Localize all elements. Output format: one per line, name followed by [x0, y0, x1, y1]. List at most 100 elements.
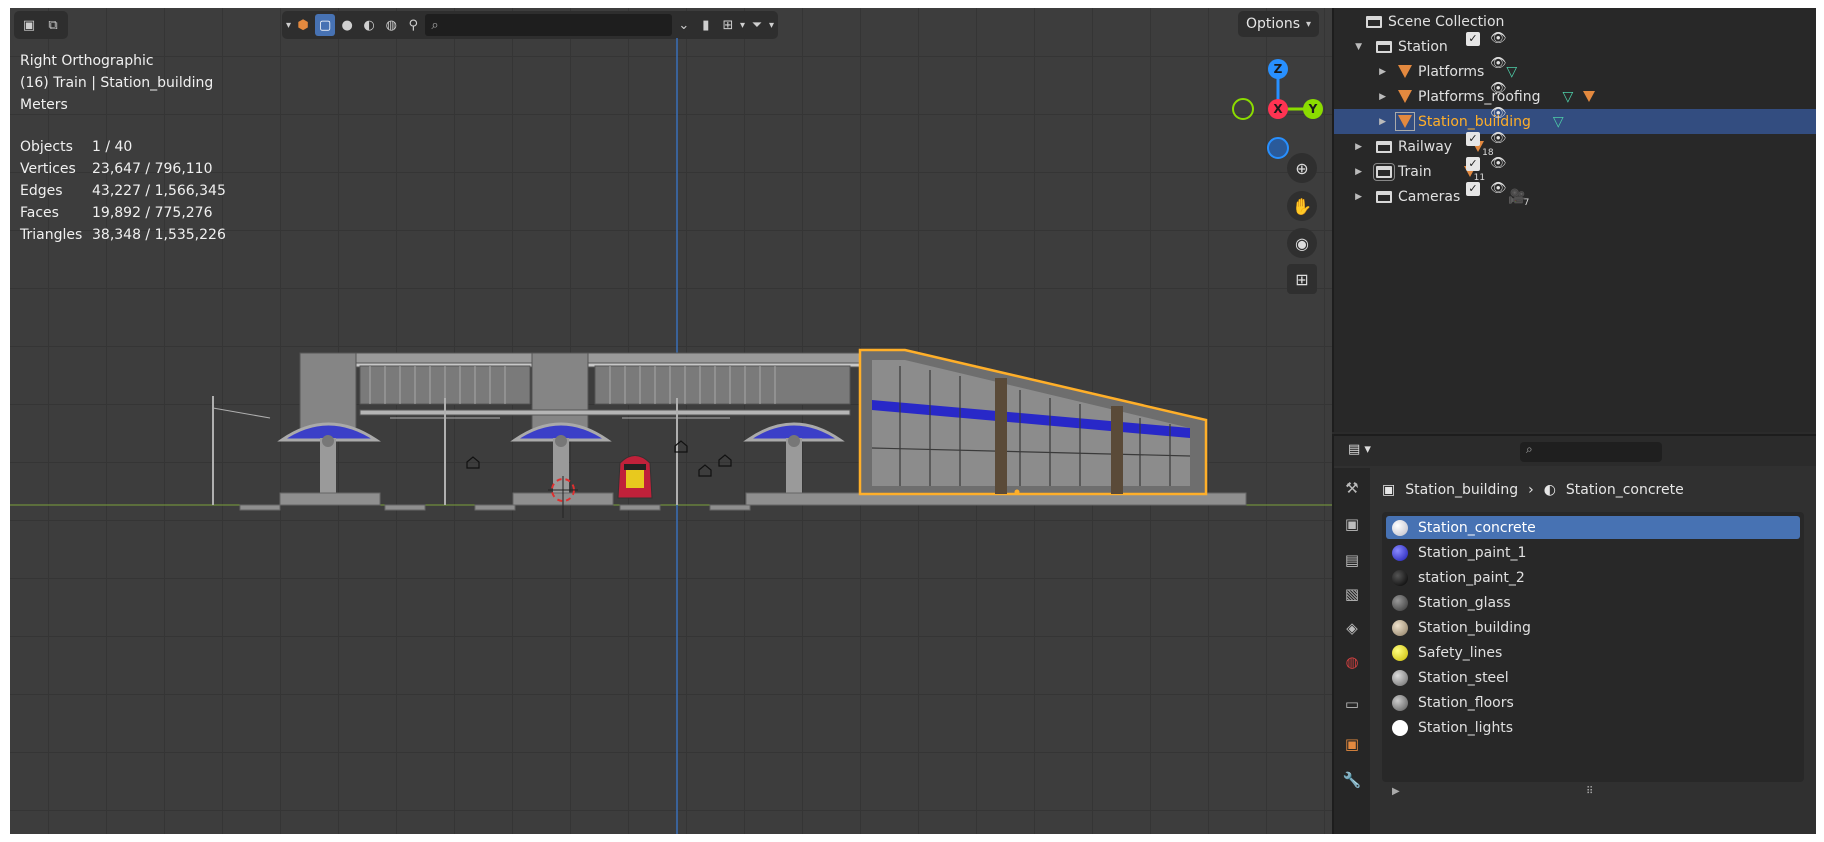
camera-glyphs: [466, 440, 732, 477]
gizmo-neg-y-icon: [1232, 98, 1254, 120]
list-item[interactable]: Station_paint_1: [1386, 541, 1800, 564]
mesh-data-icon[interactable]: ▽: [1506, 64, 1517, 80]
list-item[interactable]: Station_building: [1386, 616, 1800, 639]
material-preview-icon: [1392, 519, 1408, 536]
gizmo-x-label: X: [1273, 102, 1283, 116]
expand-triangle-icon[interactable]: ▶: [1334, 92, 1386, 102]
platform-canopies: [277, 422, 845, 500]
navigation-gizmo[interactable]: Z Y X: [1223, 54, 1332, 164]
3d-viewport[interactable]: ▣ ⧉ ▾ ⬢ ▢ ● ◐ ◍ ⚲ ⌕ ⌄ ▮ ⊞ ▾ ⏷ ▾ Options …: [10, 8, 1332, 834]
resize-grip-icon[interactable]: ⠿: [1586, 786, 1593, 797]
expand-triangle-icon[interactable]: ▶: [1392, 786, 1400, 797]
list-item[interactable]: Station_lights: [1386, 716, 1800, 739]
exclude-checkbox[interactable]: ✓: [1466, 157, 1480, 171]
exclude-checkbox[interactable]: ✓: [1466, 32, 1480, 46]
expand-triangle-icon[interactable]: ▶: [1334, 167, 1362, 177]
breadcrumb-object[interactable]: Station_building: [1405, 482, 1518, 498]
visibility-eye-icon[interactable]: 👁: [1490, 131, 1507, 146]
outliner-row-station[interactable]: ▼ Station: [1334, 34, 1816, 59]
gizmo-y-label: Y: [1308, 102, 1318, 116]
output-tab-icon[interactable]: ▤: [1338, 546, 1366, 574]
properties-tabs: ⚒ ▣ ▤ ▧ ◈ ◍ ▭ ▣ 🔧: [1334, 468, 1370, 834]
outliner-row-station-building[interactable]: ▶ Station_building ▽: [1334, 109, 1816, 134]
scene-render[interactable]: [10, 8, 1332, 834]
material-preview-icon: [1392, 544, 1408, 561]
camera-view-icon[interactable]: ◉: [1287, 228, 1317, 258]
material-preview-icon: [1392, 644, 1408, 661]
material-slot-list[interactable]: Station_concrete Station_paint_1 station…: [1382, 512, 1804, 782]
collection-icon: [1373, 162, 1395, 181]
mesh-object-icon: [1395, 112, 1415, 131]
object-count: 7: [1523, 197, 1530, 208]
outliner-row-train[interactable]: ▶ Train 11: [1334, 159, 1816, 184]
list-item[interactable]: station_paint_2: [1386, 566, 1800, 589]
expand-triangle-icon[interactable]: ▶: [1334, 117, 1386, 127]
visibility-eye-icon[interactable]: 👁: [1490, 31, 1507, 46]
expand-triangle-icon[interactable]: ▼: [1334, 42, 1362, 52]
list-item[interactable]: Station_floors: [1386, 691, 1800, 714]
list-footer: ▶ ⠿: [1382, 782, 1804, 804]
render-tab-icon[interactable]: ▣: [1338, 510, 1366, 538]
expand-triangle-icon[interactable]: ▶: [1334, 192, 1362, 202]
exclude-checkbox[interactable]: ✓: [1466, 132, 1480, 146]
outliner-label: Cameras: [1398, 188, 1461, 205]
editor-type-dropdown[interactable]: ▤ ▾: [1348, 442, 1384, 462]
modifier-tab-icon[interactable]: 🔧: [1338, 766, 1366, 794]
object-count: 11: [1473, 172, 1486, 183]
collection-icon: [1366, 15, 1382, 28]
visibility-eye-icon[interactable]: 👁: [1490, 81, 1507, 96]
platforms-roofing: [299, 352, 861, 434]
outliner-label: Station_building: [1418, 113, 1531, 130]
mesh-object-icon: [1398, 90, 1412, 103]
zoom-icon[interactable]: ⊕: [1287, 153, 1317, 183]
train: [617, 455, 653, 499]
object-tab-icon[interactable]: ▣: [1338, 730, 1366, 758]
list-item[interactable]: Station_glass: [1386, 591, 1800, 614]
scene-tab-icon[interactable]: ◈: [1338, 614, 1366, 642]
outliner-scene-collection[interactable]: Scene Collection: [1334, 9, 1816, 34]
collection-icon: [1376, 190, 1392, 203]
outliner-row-railway[interactable]: ▶ Railway 18: [1334, 134, 1816, 159]
child-object-icon[interactable]: [1583, 91, 1596, 102]
visibility-eye-icon[interactable]: 👁: [1490, 181, 1507, 196]
breadcrumb-material[interactable]: Station_concrete: [1566, 482, 1684, 498]
tool-tab-icon[interactable]: ⚒: [1338, 474, 1366, 502]
expand-triangle-icon[interactable]: ▶: [1334, 142, 1362, 152]
visibility-eye-icon[interactable]: 👁: [1490, 106, 1507, 121]
properties-search-input[interactable]: ⌕: [1520, 442, 1662, 462]
platforms: [239, 492, 1247, 511]
collection-icon: [1376, 40, 1392, 53]
exclude-checkbox[interactable]: ✓: [1466, 182, 1480, 196]
list-item[interactable]: Station_steel: [1386, 666, 1800, 689]
properties-header: ▤ ▾ ⌕: [1334, 436, 1816, 466]
outliner-label: Scene Collection: [1388, 13, 1505, 30]
list-item[interactable]: Station_concrete: [1386, 516, 1800, 539]
mesh-object-icon: [1398, 65, 1412, 78]
blender-window: ▣ ⧉ ▾ ⬢ ▢ ● ◐ ◍ ⚲ ⌕ ⌄ ▮ ⊞ ▾ ⏷ ▾ Options …: [10, 8, 1816, 834]
list-item[interactable]: Safety_lines: [1386, 641, 1800, 664]
view-layer-tab-icon[interactable]: ▧: [1338, 580, 1366, 608]
visibility-eye-icon[interactable]: 👁: [1490, 156, 1507, 171]
material-preview-icon: [1392, 569, 1408, 586]
object-icon: ▣: [1382, 482, 1396, 498]
outliner-panel: Scene Collection ▼ Station ▶ Platforms ▽…: [1332, 8, 1816, 432]
pan-hand-icon[interactable]: ✋: [1287, 191, 1317, 221]
search-icon: ⌕: [1526, 442, 1533, 456]
outliner-label: Station: [1398, 38, 1448, 55]
mesh-data-icon[interactable]: ▽: [1563, 89, 1574, 105]
material-preview-icon: [1392, 719, 1408, 736]
gizmo-z-label: Z: [1274, 62, 1283, 76]
outliner-row-platforms[interactable]: ▶ Platforms ▽: [1334, 59, 1816, 84]
world-tab-icon[interactable]: ◍: [1338, 648, 1366, 676]
mesh-data-icon[interactable]: ▽: [1553, 114, 1564, 130]
outliner-row-platforms-roofing[interactable]: ▶ Platforms_roofing ▽: [1334, 84, 1816, 109]
visibility-eye-icon[interactable]: 👁: [1490, 56, 1507, 71]
outliner-label: Railway: [1398, 138, 1453, 155]
outliner-row-cameras[interactable]: ▶ Cameras 🎥 7: [1334, 184, 1816, 209]
expand-triangle-icon[interactable]: ▶: [1334, 67, 1386, 77]
station-building-selected: [858, 348, 1208, 496]
ortho-grid-icon[interactable]: ⊞: [1287, 264, 1317, 294]
breadcrumb: ▣ Station_building › ◐ Station_concrete: [1382, 482, 1684, 498]
outliner-label: Platforms: [1418, 63, 1485, 80]
collection-tab-icon[interactable]: ▭: [1338, 690, 1366, 718]
